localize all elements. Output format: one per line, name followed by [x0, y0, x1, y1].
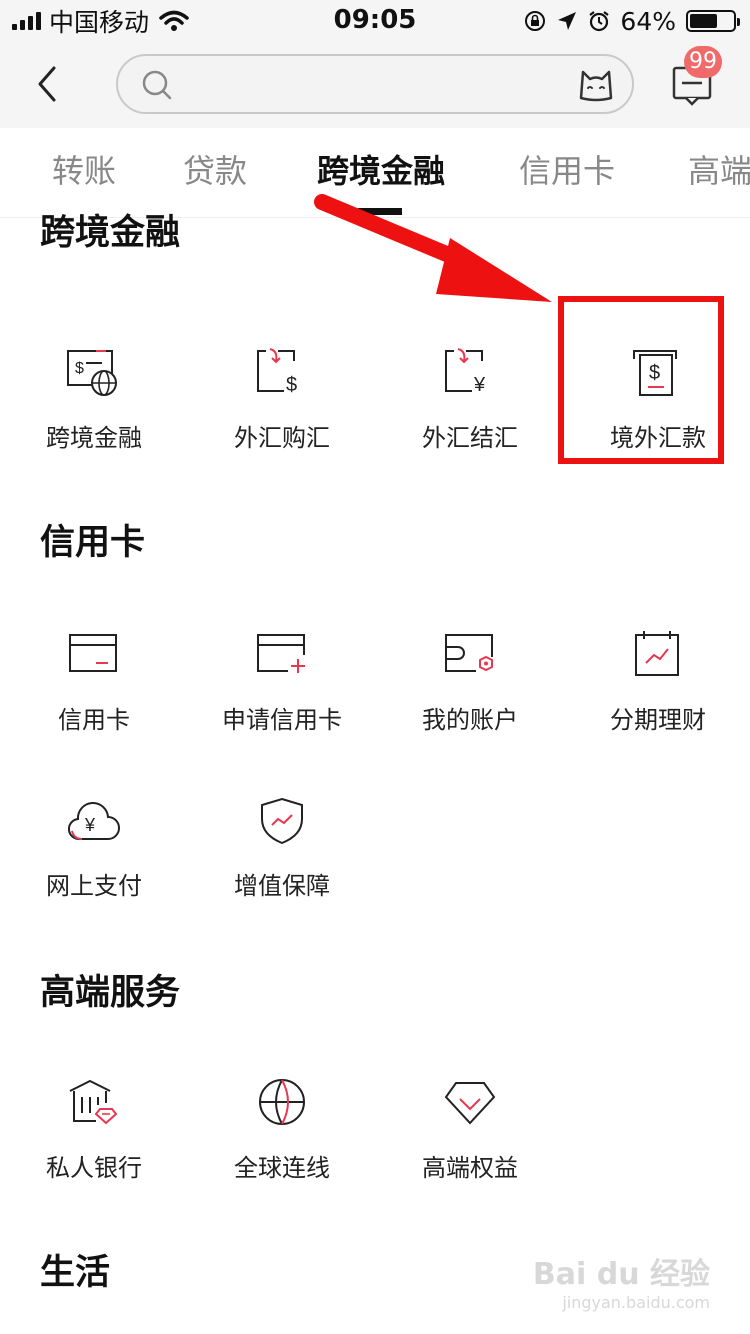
cloud-yuan-icon: ¥	[68, 801, 120, 841]
item-online-payment[interactable]: ¥ 网上支付	[0, 790, 188, 901]
item-apply-card[interactable]: 申请信用卡	[188, 624, 376, 735]
signal-icon	[12, 12, 41, 30]
battery-fill	[690, 14, 717, 28]
message-badge: 99	[684, 46, 722, 78]
bank-building-icon	[69, 1079, 118, 1125]
shield-chart-icon	[261, 797, 303, 845]
calendar-chart-icon	[635, 631, 679, 676]
item-fx-settlement[interactable]: ¥ 外汇结汇	[376, 342, 564, 453]
item-global-connect[interactable]: 全球连线	[188, 1072, 376, 1183]
tab-loan[interactable]: 贷款	[183, 146, 247, 192]
item-label: 跨境金融	[46, 424, 142, 452]
svg-text:$: $	[286, 374, 297, 396]
alarm-icon	[589, 11, 610, 32]
tab-cross-border[interactable]: 跨境金融	[317, 146, 445, 192]
exchange-yuan-icon: ¥	[445, 348, 486, 396]
card-add-icon	[257, 634, 305, 673]
item-installment[interactable]: 分期理财	[564, 624, 750, 735]
wifi-icon	[159, 10, 189, 31]
status-right: 64%	[524, 6, 740, 36]
card-icon	[69, 634, 117, 672]
svg-text:$: $	[75, 360, 84, 377]
item-label: 全球连线	[234, 1154, 330, 1182]
status-bar: 中国移动 09:05 64%	[0, 0, 750, 40]
diamond-icon	[444, 1082, 496, 1125]
location-icon	[558, 12, 577, 30]
item-credit-card[interactable]: 信用卡	[0, 624, 188, 735]
item-label: 申请信用卡	[222, 706, 342, 734]
item-label: 我的账户	[422, 706, 518, 734]
search-icon	[142, 70, 172, 100]
globe-icon	[259, 1079, 305, 1125]
item-private-banking[interactable]: 私人银行	[0, 1072, 188, 1183]
status-left: 中国移动	[12, 6, 189, 37]
section-title-life: 生活	[40, 1253, 111, 1293]
search-input[interactable]	[116, 54, 634, 114]
item-label: 外汇结汇	[422, 424, 518, 452]
top-header: 99	[0, 40, 750, 128]
section-title-credit-card: 信用卡	[40, 523, 146, 563]
watermark-logo: Bai du 经验	[532, 1257, 710, 1292]
item-value-protection[interactable]: 增值保障	[188, 790, 376, 901]
section-title-premium: 高端服务	[40, 973, 181, 1013]
item-label: 信用卡	[58, 706, 130, 734]
section-title-cross-border: 跨境金融	[40, 213, 181, 253]
watermark-url: jingyan.baidu.com	[562, 1293, 710, 1312]
tab-transfer[interactable]: 转账	[52, 146, 116, 192]
carrier-name: 中国移动	[49, 8, 150, 37]
wallet-icon	[445, 634, 493, 672]
item-label: 外汇购汇	[234, 424, 330, 452]
item-label: 增值保障	[234, 872, 330, 900]
item-label: 高端权益	[422, 1154, 518, 1182]
svg-text:¥: ¥	[84, 815, 96, 835]
orientation-lock-icon	[525, 11, 546, 31]
item-my-account[interactable]: 我的账户	[376, 624, 564, 735]
item-cross-border-finance[interactable]: $ 跨境金融	[0, 342, 188, 453]
watermark: Bai du 经验 jingyan.baidu.com	[533, 1249, 710, 1312]
annotation-arrow-icon	[314, 194, 552, 302]
battery-icon	[686, 10, 740, 32]
back-button[interactable]	[30, 62, 70, 106]
item-label: 网上支付	[46, 872, 142, 900]
annotation-highlight-box	[558, 296, 724, 464]
battery-percent: 64%	[620, 6, 676, 36]
item-premium-rights[interactable]: 高端权益	[376, 1072, 564, 1183]
item-label: 分期理财	[610, 706, 706, 734]
svg-text:¥: ¥	[473, 374, 486, 396]
tab-credit-card[interactable]: 信用卡	[519, 146, 615, 192]
item-label: 私人银行	[46, 1154, 142, 1182]
exchange-dollar-icon: $	[257, 348, 297, 396]
cat-face-icon[interactable]	[576, 64, 616, 104]
item-fx-purchase[interactable]: $ 外汇购汇	[188, 342, 376, 453]
dollar-globe-icon: $	[67, 350, 117, 396]
tab-premium[interactable]: 高端	[688, 146, 750, 192]
